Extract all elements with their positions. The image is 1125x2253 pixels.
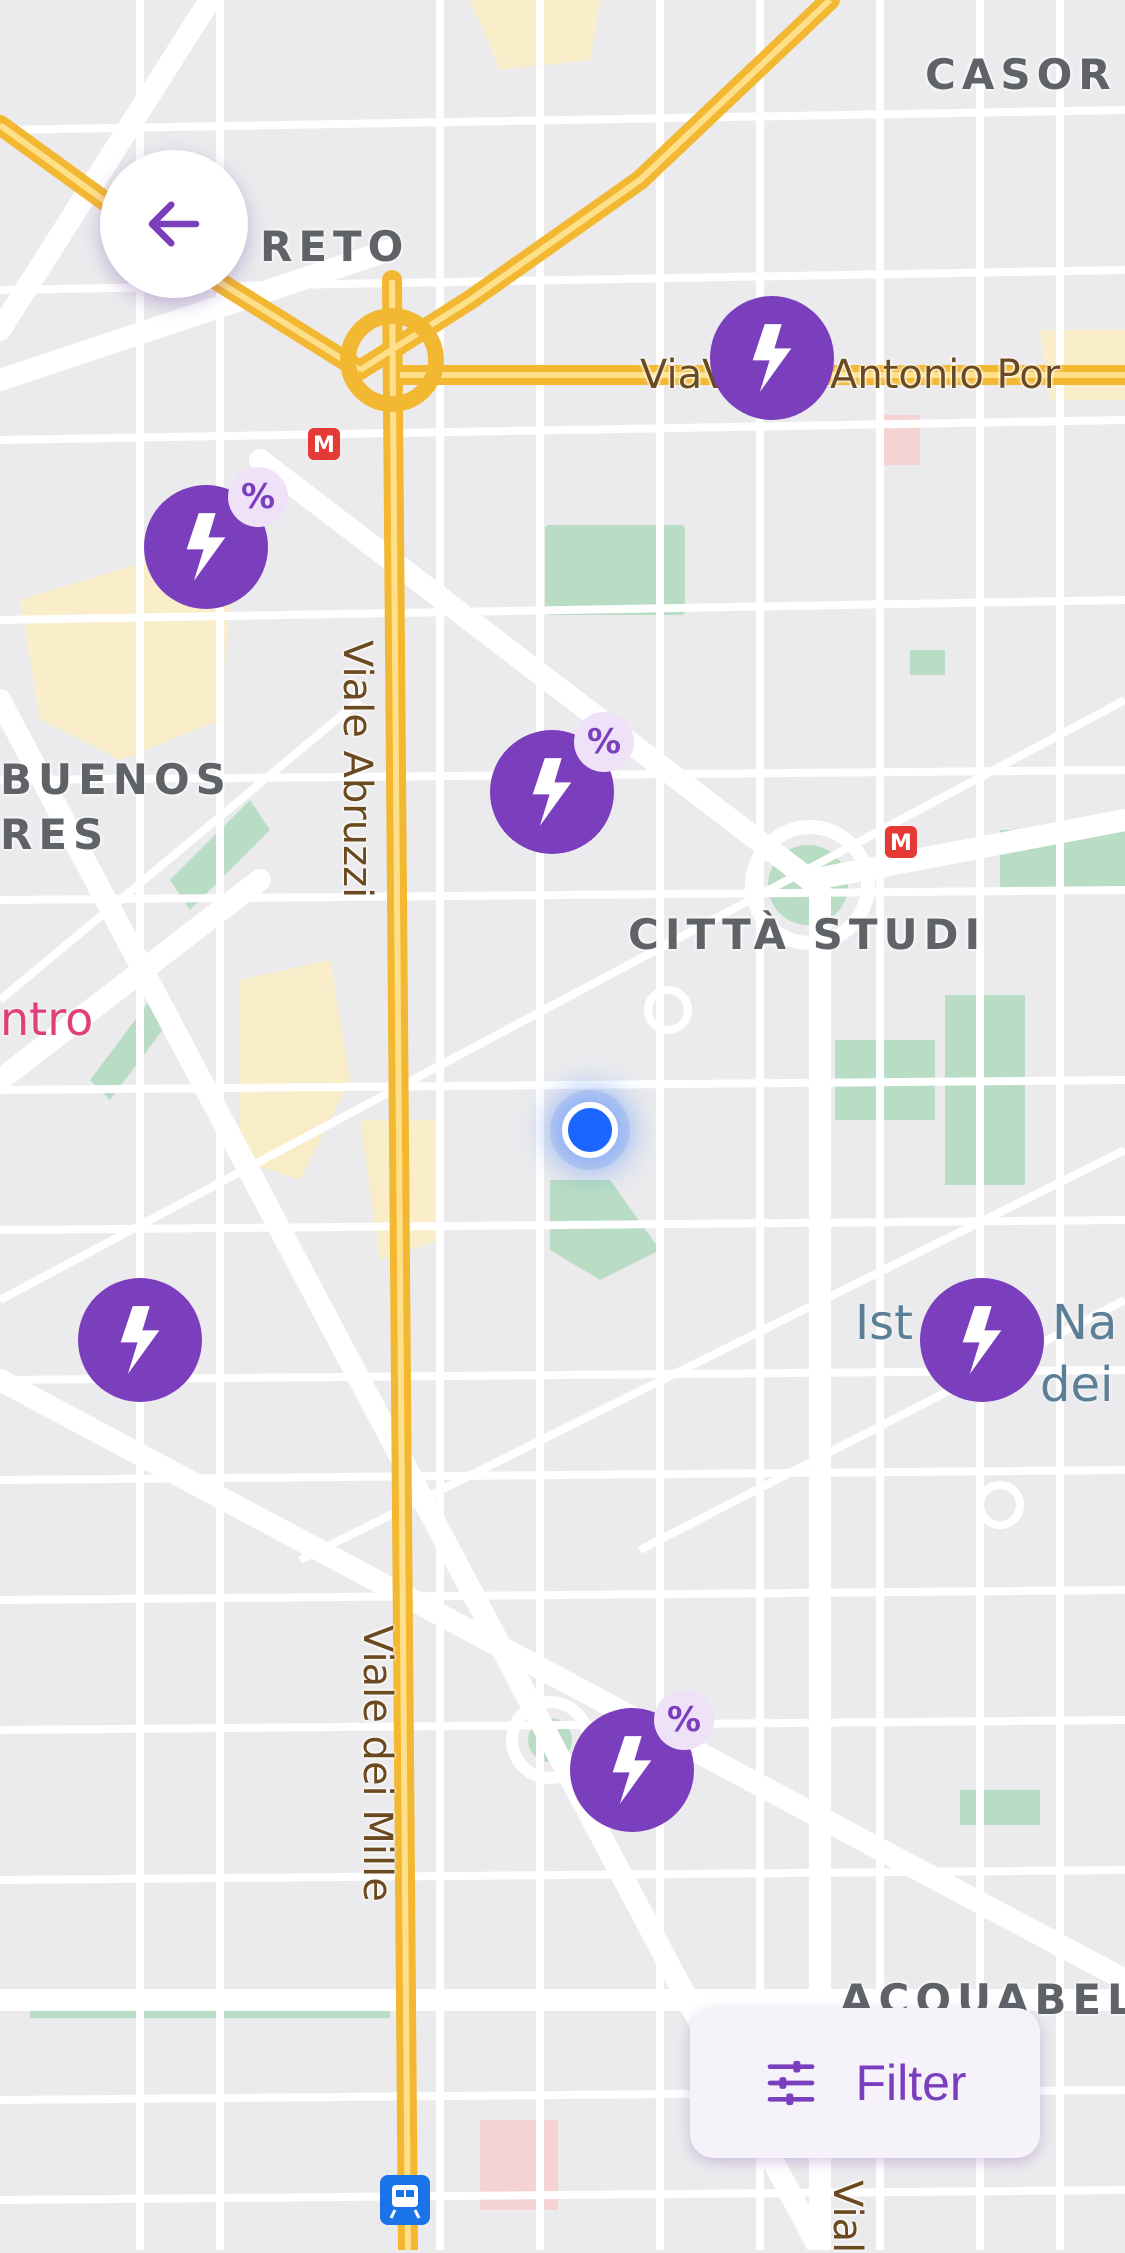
road-label: Viale dei Mille [354,1625,400,1902]
sliders-icon [768,2060,815,2106]
metro-icon: M [885,826,917,858]
district-label: RES [0,810,110,859]
svg-text:M: M [890,831,912,856]
road-label: Viale Abruzzi [334,640,380,899]
district-label: BUENOS [0,755,232,804]
discount-badge: % [228,467,288,527]
district-label: CASOR [925,50,1117,99]
current-location-dot [562,1102,618,1158]
district-label: CITTÀ STUDI [628,910,987,959]
back-button[interactable] [100,150,248,298]
poi-label: dei [1040,1357,1114,1413]
lightning-bolt-icon [752,324,792,392]
lightning-bolt-icon [120,1306,160,1374]
charging-station-marker[interactable]: % [144,467,288,609]
lightning-bolt-icon [612,1736,652,1804]
discount-badge: % [574,712,634,772]
road-label: Antonio Por [830,352,1061,398]
lightning-bolt-icon [962,1306,1002,1374]
train-station-icon [380,2175,430,2225]
arrow-left-icon [148,201,200,247]
lightning-bolt-icon [532,758,572,826]
charging-station-marker[interactable] [710,296,834,420]
road-label: Vial [824,2180,870,2253]
road-label: Via [640,352,703,398]
poi-label: Na [1052,1295,1118,1351]
filter-button[interactable]: Filter [690,2008,1040,2158]
place-label: ntro [0,992,94,1046]
district-label: RETO [260,222,410,271]
poi-label: Ist [855,1295,913,1351]
charging-station-marker[interactable]: % [490,712,634,854]
charging-station-marker[interactable] [920,1278,1044,1402]
charging-station-marker[interactable]: % [570,1690,714,1832]
metro-icon: M [308,428,340,460]
discount-badge: % [654,1690,714,1750]
lightning-bolt-icon [186,513,226,581]
filter-label: Filter [855,2055,967,2111]
charging-station-marker[interactable] [78,1278,202,1402]
svg-text:M: M [313,433,335,458]
